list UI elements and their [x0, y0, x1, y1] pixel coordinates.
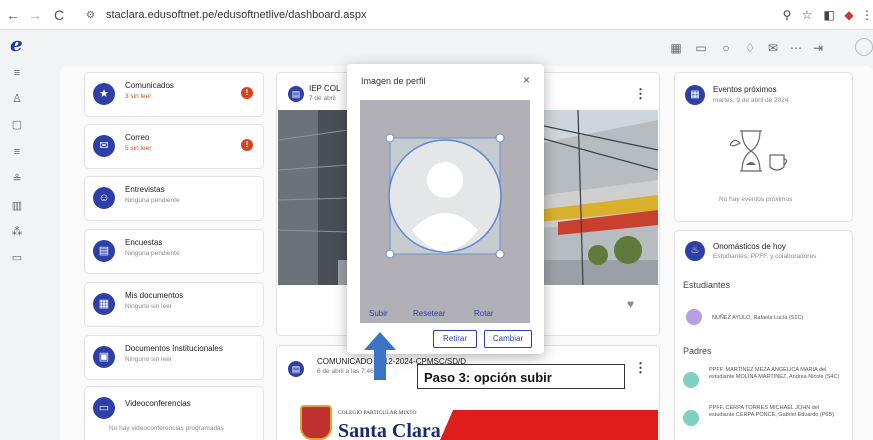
annotation-arrow-icon: [364, 332, 396, 380]
institution-docs-icon: ▣: [93, 346, 115, 368]
address-bar[interactable]: ⚙ staclara.edusoftnet.pe/edusoftnetlive/d…: [86, 5, 776, 25]
chat-icon[interactable]: ▭: [693, 40, 709, 56]
group-icon[interactable]: ⁂: [8, 223, 26, 241]
mail-icon[interactable]: ✉: [765, 40, 781, 56]
person-icon[interactable]: ♙: [8, 90, 26, 108]
building-icon[interactable]: ▥: [8, 197, 26, 215]
parent-avatar: [683, 372, 699, 388]
site-info-icon[interactable]: ⚙: [86, 6, 100, 26]
events-empty: No hay eventos próximos: [719, 196, 793, 203]
card-comunicados[interactable]: ★ Comunicados 3 sin leer !: [84, 72, 264, 117]
url-text: staclara.edusoftnet.pe/edusoftnetlive/da…: [106, 9, 367, 21]
search-icon[interactable]: ○: [718, 40, 734, 56]
post-title: IEP COL: [309, 84, 341, 93]
birthdays-title: Onomásticos de hoy: [713, 242, 786, 251]
student-avatar: [686, 309, 702, 325]
card-icon[interactable]: ▭: [8, 249, 26, 267]
app-logo[interactable]: e: [10, 32, 23, 56]
alert-icon: !: [241, 87, 253, 99]
card-title: Encuestas: [125, 238, 163, 247]
extension-icon[interactable]: ◆: [840, 6, 858, 24]
school-name: Santa Clara: [338, 420, 441, 440]
star-icon[interactable]: ☆: [798, 6, 816, 24]
card-title: Mis documentos: [125, 291, 184, 300]
calendar-icon: ▦: [685, 85, 705, 105]
document-icon: ▦: [93, 293, 115, 315]
events-date: martes, 9 de abril de 2024: [713, 97, 789, 104]
image-cropper[interactable]: [360, 100, 530, 323]
people-icon: ☺: [93, 187, 115, 209]
card-mis-documentos[interactable]: ▦ Mis documentos Ninguno sin leer: [84, 282, 264, 327]
card-documentos-institucionales[interactable]: ▣ Documentos Institucionales Ninguno sin…: [84, 335, 264, 380]
star-icon: ★: [93, 83, 115, 105]
parent-avatar: [683, 410, 699, 426]
card-title: Correo: [125, 133, 150, 142]
student-name[interactable]: NUÑEZ AYULO, Rafaela Lucía (S1C): [712, 315, 847, 322]
browser-toolbar: ← → C ⚙ staclara.edusoftnet.pe/edusoftnet…: [0, 0, 873, 30]
birthdays-sub: Estudiantes, PPFF. y colaboradores: [713, 253, 817, 260]
menu-icon[interactable]: ⋮: [858, 6, 873, 24]
post-icon: ▤: [288, 361, 304, 377]
post-icon: ▤: [288, 86, 304, 102]
search-list-icon[interactable]: ≡: [8, 64, 26, 82]
reset-link[interactable]: Resetear: [413, 309, 445, 318]
card-title: Videoconferencias: [125, 399, 191, 408]
card-subtitle: Ninguno sin leer: [125, 303, 172, 310]
alert-icon: !: [241, 139, 253, 151]
reload-button[interactable]: C: [50, 6, 68, 24]
heart-icon[interactable]: ♥: [627, 297, 634, 311]
post-menu-icon[interactable]: ⋮: [634, 360, 647, 376]
post-menu-icon[interactable]: ⋮: [634, 86, 647, 102]
dialog-title: Imagen de perfil: [361, 76, 426, 86]
profile-image-dialog: Imagen de perfil × Subir Resetear Rotar …: [347, 64, 544, 354]
remove-button[interactable]: Retirar: [433, 330, 477, 348]
parents-heading: Padres: [683, 346, 712, 356]
card-subtitle: Ninguna pendiente: [125, 197, 180, 204]
cake-icon: ♨: [685, 241, 705, 261]
change-button[interactable]: Cambiar: [484, 330, 532, 348]
apps-icon[interactable]: ⋯: [788, 40, 804, 56]
school-name-small: COLEGIO PARTICULAR MIXTO: [338, 410, 417, 416]
parent-name[interactable]: PPFF. CERPA TORRES MICHAEL JOHN del estu…: [709, 405, 844, 419]
post-date: 7 de abril: [309, 95, 336, 102]
hourglass-icon: [729, 130, 788, 172]
events-title: Eventos próximos: [713, 85, 777, 94]
logout-icon[interactable]: ⇥: [810, 40, 826, 56]
people-list-icon[interactable]: ≗: [8, 170, 26, 188]
avatar-icon[interactable]: [855, 38, 873, 56]
card-subtitle: 3 sin leer: [125, 93, 152, 100]
menu-lines-icon[interactable]: ≡: [8, 143, 26, 161]
students-heading: Estudiantes: [683, 280, 731, 290]
school-crest-icon: [300, 405, 332, 440]
back-button[interactable]: ←: [4, 6, 22, 24]
calendar-icon[interactable]: ▦: [668, 40, 684, 56]
card-title: Comunicados: [125, 81, 174, 90]
upload-link[interactable]: Subir: [369, 309, 388, 318]
card-subtitle: No hay videoconferencias programadas: [109, 425, 224, 432]
video-icon: ▭: [93, 397, 115, 419]
card-title: Documentos Institucionales: [125, 344, 223, 353]
card-correo[interactable]: ✉ Correo 5 sin leer !: [84, 124, 264, 169]
annotation-callout: Paso 3: opción subir: [417, 364, 625, 389]
forward-button[interactable]: →: [26, 6, 44, 24]
close-icon[interactable]: ×: [523, 73, 530, 87]
sidepanel-icon[interactable]: ◧: [820, 6, 838, 24]
zoom-icon[interactable]: ⚲: [778, 6, 796, 24]
clipboard-icon[interactable]: ▢: [8, 116, 26, 134]
bell-icon[interactable]: ♢: [742, 40, 758, 56]
card-entrevistas[interactable]: ☺ Entrevistas Ninguna pendiente: [84, 176, 264, 221]
red-banner: [440, 410, 658, 440]
card-encuestas[interactable]: ▤ Encuestas Ninguna pendiente: [84, 229, 264, 274]
mail-icon: ✉: [93, 135, 115, 157]
card-subtitle: 5 sin leer: [125, 145, 152, 152]
card-subtitle: Ninguno sin leer: [125, 356, 172, 363]
card-subtitle: Ninguna pendiente: [125, 250, 180, 257]
rotate-link[interactable]: Rotar: [474, 309, 494, 318]
card-title: Entrevistas: [125, 185, 165, 194]
card-videoconferencias[interactable]: ▭ Videoconferencias No hay videoconferen…: [84, 386, 264, 440]
parent-name[interactable]: PPFF. MARTINEZ MEZA ANGELICA MARIA del e…: [709, 367, 844, 381]
survey-icon: ▤: [93, 240, 115, 262]
